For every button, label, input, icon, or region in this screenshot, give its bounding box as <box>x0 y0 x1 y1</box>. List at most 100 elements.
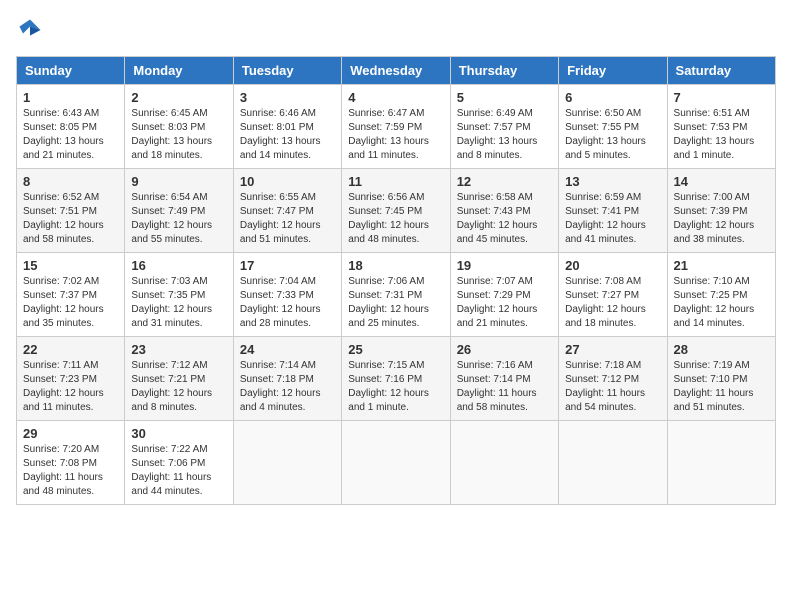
day-number: 8 <box>23 174 118 189</box>
calendar-day-cell: 11Sunrise: 6:56 AMSunset: 7:45 PMDayligh… <box>342 169 450 253</box>
day-info: Sunrise: 6:55 AMSunset: 7:47 PMDaylight:… <box>240 191 335 247</box>
day-number: 9 <box>131 174 226 189</box>
day-info: Sunrise: 7:04 AMSunset: 7:33 PMDaylight:… <box>240 275 335 331</box>
day-info: Sunrise: 6:54 AMSunset: 7:49 PMDaylight:… <box>131 191 226 247</box>
calendar-day-cell: 8 Sunrise: 6:52 AMSunset: 7:51 PMDaylight… <box>17 169 125 253</box>
day-number: 4 <box>348 90 443 105</box>
day-number: 20 <box>565 258 660 273</box>
column-header-tuesday: Tuesday <box>233 57 341 85</box>
calendar-week-row: 1Sunrise: 6:43 AMSunset: 8:05 PMDaylight… <box>17 85 776 169</box>
day-info: Sunrise: 7:18 AMSunset: 7:12 PMDaylight:… <box>565 359 660 415</box>
calendar-day-cell: 4 Sunrise: 6:47 AMSunset: 7:59 PMDaylight… <box>342 85 450 169</box>
calendar-day-cell: 30 Sunrise: 7:22 AMSunset: 7:06 PMDayligh… <box>125 421 233 505</box>
day-info: Sunrise: 7:07 AMSunset: 7:29 PMDaylight:… <box>457 275 552 331</box>
calendar-day-cell: 29 Sunrise: 7:20 AMSunset: 7:08 PMDayligh… <box>17 421 125 505</box>
day-info: Sunrise: 7:02 AMSunset: 7:37 PMDaylight:… <box>23 275 118 331</box>
calendar-day-cell: 19 Sunrise: 7:07 AMSunset: 7:29 PMDayligh… <box>450 253 558 337</box>
day-number: 1 <box>23 90 118 105</box>
calendar-day-cell: 24 Sunrise: 7:14 AMSunset: 7:18 PMDayligh… <box>233 337 341 421</box>
calendar-day-cell: 25 Sunrise: 7:15 AMSunset: 7:16 PMDayligh… <box>342 337 450 421</box>
calendar-day-cell: 3 Sunrise: 6:46 AMSunset: 8:01 PMDaylight… <box>233 85 341 169</box>
calendar-day-cell: 10 Sunrise: 6:55 AMSunset: 7:47 PMDayligh… <box>233 169 341 253</box>
calendar-day-cell <box>450 421 558 505</box>
day-number: 12 <box>457 174 552 189</box>
day-info: Sunrise: 7:12 AMSunset: 7:21 PMDaylight:… <box>131 359 226 415</box>
day-number: 23 <box>131 342 226 357</box>
day-info: Sunrise: 7:16 AMSunset: 7:14 PMDaylight:… <box>457 359 552 415</box>
day-number: 22 <box>23 342 118 357</box>
day-info: Sunrise: 7:00 AMSunset: 7:39 PMDaylight:… <box>674 191 769 247</box>
logo-icon <box>16 16 44 44</box>
calendar-day-cell <box>233 421 341 505</box>
day-info: Sunrise: 6:49 AMSunset: 7:57 PMDaylight:… <box>457 107 552 163</box>
calendar-day-cell: 7 Sunrise: 6:51 AMSunset: 7:53 PMDaylight… <box>667 85 775 169</box>
day-info: Sunrise: 6:56 AMSunset: 7:45 PMDaylight:… <box>348 191 443 247</box>
day-number: 16 <box>131 258 226 273</box>
calendar-day-cell: 9 Sunrise: 6:54 AMSunset: 7:49 PMDaylight… <box>125 169 233 253</box>
calendar-day-cell: 16Sunrise: 7:03 AMSunset: 7:35 PMDayligh… <box>125 253 233 337</box>
day-number: 27 <box>565 342 660 357</box>
day-number: 3 <box>240 90 335 105</box>
day-number: 17 <box>240 258 335 273</box>
day-number: 7 <box>674 90 769 105</box>
logo <box>16 16 48 44</box>
calendar-day-cell: 2 Sunrise: 6:45 AMSunset: 8:03 PMDaylight… <box>125 85 233 169</box>
calendar-week-row: 8 Sunrise: 6:52 AMSunset: 7:51 PMDaylight… <box>17 169 776 253</box>
calendar-day-cell: 5Sunrise: 6:49 AMSunset: 7:57 PMDaylight… <box>450 85 558 169</box>
page-header <box>16 16 776 44</box>
day-info: Sunrise: 6:58 AMSunset: 7:43 PMDaylight:… <box>457 191 552 247</box>
day-info: Sunrise: 7:10 AMSunset: 7:25 PMDaylight:… <box>674 275 769 331</box>
calendar-day-cell: 18 Sunrise: 7:06 AMSunset: 7:31 PMDayligh… <box>342 253 450 337</box>
calendar-day-cell: 26Sunrise: 7:16 AMSunset: 7:14 PMDayligh… <box>450 337 558 421</box>
day-info: Sunrise: 7:14 AMSunset: 7:18 PMDaylight:… <box>240 359 335 415</box>
calendar-week-row: 29 Sunrise: 7:20 AMSunset: 7:08 PMDayligh… <box>17 421 776 505</box>
calendar-day-cell: 21 Sunrise: 7:10 AMSunset: 7:25 PMDayligh… <box>667 253 775 337</box>
column-header-saturday: Saturday <box>667 57 775 85</box>
day-info: Sunrise: 6:50 AMSunset: 7:55 PMDaylight:… <box>565 107 660 163</box>
calendar-day-cell: 14 Sunrise: 7:00 AMSunset: 7:39 PMDayligh… <box>667 169 775 253</box>
day-info: Sunrise: 6:47 AMSunset: 7:59 PMDaylight:… <box>348 107 443 163</box>
day-info: Sunrise: 7:19 AMSunset: 7:10 PMDaylight:… <box>674 359 769 415</box>
day-number: 25 <box>348 342 443 357</box>
day-number: 24 <box>240 342 335 357</box>
day-number: 15 <box>23 258 118 273</box>
column-header-sunday: Sunday <box>17 57 125 85</box>
column-header-wednesday: Wednesday <box>342 57 450 85</box>
day-info: Sunrise: 7:08 AMSunset: 7:27 PMDaylight:… <box>565 275 660 331</box>
calendar-day-cell <box>342 421 450 505</box>
day-number: 13 <box>565 174 660 189</box>
day-number: 19 <box>457 258 552 273</box>
calendar-day-cell: 23 Sunrise: 7:12 AMSunset: 7:21 PMDayligh… <box>125 337 233 421</box>
day-info: Sunrise: 6:45 AMSunset: 8:03 PMDaylight:… <box>131 107 226 163</box>
day-info: Sunrise: 7:15 AMSunset: 7:16 PMDaylight:… <box>348 359 443 415</box>
day-number: 30 <box>131 426 226 441</box>
day-number: 28 <box>674 342 769 357</box>
day-info: Sunrise: 7:22 AMSunset: 7:06 PMDaylight:… <box>131 443 226 499</box>
calendar-day-cell: 15 Sunrise: 7:02 AMSunset: 7:37 PMDayligh… <box>17 253 125 337</box>
day-number: 2 <box>131 90 226 105</box>
calendar-day-cell: 12 Sunrise: 6:58 AMSunset: 7:43 PMDayligh… <box>450 169 558 253</box>
calendar-day-cell: 1Sunrise: 6:43 AMSunset: 8:05 PMDaylight… <box>17 85 125 169</box>
day-number: 29 <box>23 426 118 441</box>
day-info: Sunrise: 7:11 AMSunset: 7:23 PMDaylight:… <box>23 359 118 415</box>
day-info: Sunrise: 6:59 AMSunset: 7:41 PMDaylight:… <box>565 191 660 247</box>
day-info: Sunrise: 7:20 AMSunset: 7:08 PMDaylight:… <box>23 443 118 499</box>
day-number: 10 <box>240 174 335 189</box>
day-number: 18 <box>348 258 443 273</box>
day-info: Sunrise: 6:52 AMSunset: 7:51 PMDaylight:… <box>23 191 118 247</box>
calendar-day-cell <box>559 421 667 505</box>
column-header-friday: Friday <box>559 57 667 85</box>
calendar-day-cell: 27 Sunrise: 7:18 AMSunset: 7:12 PMDayligh… <box>559 337 667 421</box>
calendar-week-row: 15 Sunrise: 7:02 AMSunset: 7:37 PMDayligh… <box>17 253 776 337</box>
calendar-day-cell: 17 Sunrise: 7:04 AMSunset: 7:33 PMDayligh… <box>233 253 341 337</box>
day-number: 14 <box>674 174 769 189</box>
column-header-monday: Monday <box>125 57 233 85</box>
day-number: 21 <box>674 258 769 273</box>
day-number: 6 <box>565 90 660 105</box>
day-info: Sunrise: 7:06 AMSunset: 7:31 PMDaylight:… <box>348 275 443 331</box>
day-info: Sunrise: 6:46 AMSunset: 8:01 PMDaylight:… <box>240 107 335 163</box>
calendar-day-cell: 28 Sunrise: 7:19 AMSunset: 7:10 PMDayligh… <box>667 337 775 421</box>
day-info: Sunrise: 6:51 AMSunset: 7:53 PMDaylight:… <box>674 107 769 163</box>
column-header-thursday: Thursday <box>450 57 558 85</box>
calendar-table: SundayMondayTuesdayWednesdayThursdayFrid… <box>16 56 776 505</box>
